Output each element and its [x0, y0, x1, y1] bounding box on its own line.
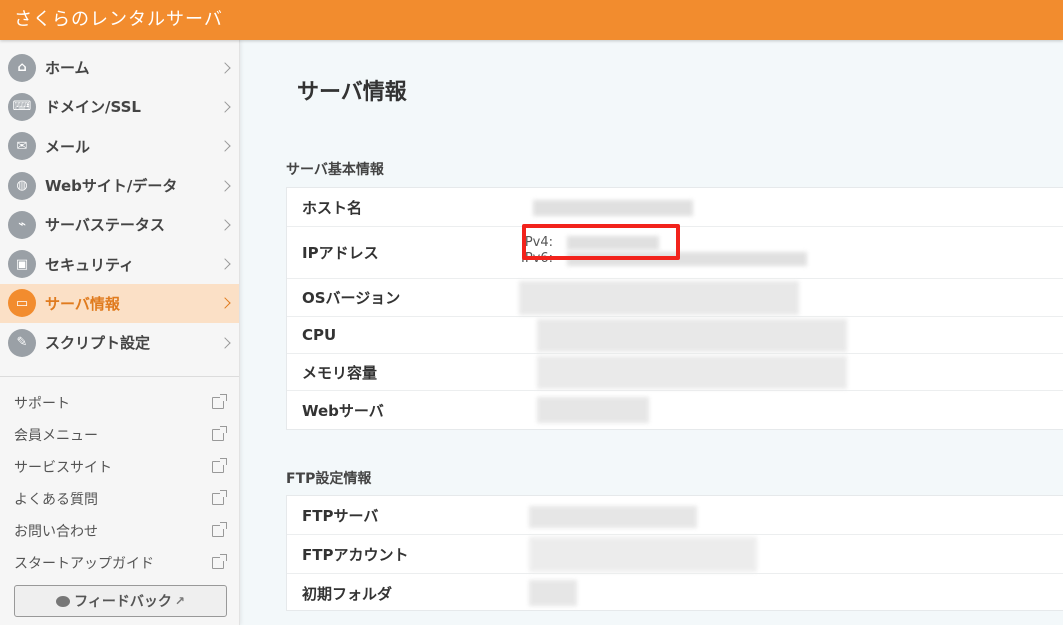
- row-ftp-server: FTPサーバ: [287, 496, 1063, 535]
- redacted-value: [537, 356, 847, 389]
- link-member-menu[interactable]: 会員メニュー: [0, 419, 239, 451]
- sidebar-item-mail[interactable]: ✉ メール: [0, 127, 239, 166]
- link-label: お問い合わせ: [14, 524, 98, 541]
- main-content: サーバ情報 サーバ基本情報 ホスト名 IPアドレス IPv4: IPv6: OS…: [241, 40, 1063, 625]
- sidebar-item-label: ホーム: [45, 59, 90, 78]
- sidebar-item-label: サーバステータス: [45, 216, 165, 235]
- ftp-account-value: [517, 535, 1063, 573]
- redacted-value: [533, 200, 693, 216]
- external-link-icon: [212, 490, 227, 506]
- chevron-right-icon: [219, 337, 231, 349]
- link-label: 会員メニュー: [14, 428, 98, 445]
- sidebar-item-label: スクリプト設定: [45, 334, 151, 353]
- row-cpu: CPU: [287, 317, 1063, 354]
- row-label-ftp-folder: 初期フォルダ: [302, 584, 393, 603]
- external-link-icon: [212, 522, 227, 538]
- script-icon: ✎: [8, 328, 36, 357]
- sidebar-item-server-info[interactable]: ▭ サーバ情報: [0, 283, 239, 324]
- app-title-bar: さくらのレンタルサーバ: [0, 0, 1063, 40]
- row-ftp-folder: 初期フォルダ: [287, 574, 1063, 612]
- external-link-icon: [212, 426, 227, 442]
- sidebar-item-website-data[interactable]: ◍ Webサイト/データ: [0, 166, 239, 205]
- chevron-right-icon: [219, 101, 231, 113]
- lock-icon: ▣: [8, 250, 36, 279]
- redacted-value: [529, 580, 577, 606]
- domain-icon: ⌨: [8, 92, 36, 121]
- row-label-host: ホスト名: [302, 198, 363, 217]
- redacted-value: [519, 281, 799, 315]
- chat-icon: [56, 595, 71, 607]
- redacted-value: [537, 397, 649, 423]
- chevron-right-icon: [219, 219, 231, 231]
- redacted-value: [537, 319, 847, 352]
- redacted-value: [529, 506, 697, 528]
- web-value: [517, 391, 1063, 429]
- mail-icon: ✉: [8, 132, 36, 161]
- row-web: Webサーバ: [287, 391, 1063, 429]
- sidebar-item-label: サーバ情報: [45, 294, 120, 313]
- sidebar-item-label: メール: [45, 137, 91, 156]
- cpu-value: [517, 317, 1063, 353]
- link-service-site[interactable]: サービスサイト: [0, 451, 239, 483]
- row-label-memory: メモリ容量: [302, 363, 378, 382]
- row-memory: メモリ容量: [287, 354, 1063, 391]
- host-value: [517, 188, 1063, 226]
- home-icon: ⌂: [8, 53, 36, 82]
- row-host: ホスト名: [287, 188, 1063, 227]
- ipv4-highlight-box: [522, 224, 680, 260]
- sidebar: ⌂ ホーム ⌨ ドメイン/SSL ✉ メール ◍ Webサイト/データ ⌁ サー…: [0, 40, 240, 625]
- external-link-icon: [212, 554, 227, 570]
- memory-value: [517, 354, 1063, 390]
- link-startup-guide[interactable]: スタートアップガイド: [0, 547, 239, 579]
- sidebar-item-label: ドメイン/SSL: [45, 98, 141, 117]
- section-title-basic: サーバ基本情報: [286, 162, 384, 178]
- feedback-button[interactable]: フィードバック ↗: [14, 585, 227, 617]
- row-ftp-account: FTPアカウント: [287, 535, 1063, 574]
- sidebar-divider: [0, 376, 239, 378]
- globe-icon: ◍: [8, 171, 36, 200]
- sidebar-item-server-status[interactable]: ⌁ サーバステータス: [0, 205, 239, 244]
- app-title: さくらのレンタルサーバ: [14, 9, 223, 30]
- ftp-server-value: [517, 496, 1063, 534]
- server-icon: ▭: [8, 289, 36, 318]
- os-value: [517, 279, 1063, 316]
- sidebar-links: サポート 会員メニュー サービスサイト よくある質問 お問い合わせ スタートアッ…: [0, 387, 239, 579]
- chevron-right-icon: [219, 258, 231, 270]
- chevron-right-icon: [219, 179, 231, 192]
- row-label-web: Webサーバ: [302, 401, 384, 420]
- sidebar-item-security[interactable]: ▣ セキュリティ: [0, 244, 239, 283]
- row-label-ip: IPアドレス: [302, 244, 379, 262]
- sidebar-nav: ⌂ ホーム ⌨ ドメイン/SSL ✉ メール ◍ Webサイト/データ ⌁ サー…: [0, 48, 239, 362]
- row-os: OSバージョン: [287, 279, 1063, 317]
- row-label-os: OSバージョン: [302, 289, 401, 307]
- link-label: サポート: [14, 396, 70, 413]
- link-faq[interactable]: よくある質問: [0, 483, 239, 515]
- section-title-ftp: FTP設定情報: [286, 471, 372, 487]
- row-label-ftp-server: FTPサーバ: [302, 506, 379, 525]
- ftp-folder-value: [517, 574, 1063, 612]
- chevron-right-icon: [219, 140, 231, 152]
- link-label: スタートアップガイド: [14, 556, 154, 573]
- feedback-label: フィードバック: [74, 594, 172, 610]
- row-label-cpu: CPU: [302, 326, 337, 344]
- link-contact[interactable]: お問い合わせ: [0, 515, 239, 547]
- external-link-icon: ↗: [174, 594, 185, 608]
- link-label: サービスサイト: [14, 460, 112, 477]
- redacted-value: [529, 537, 757, 572]
- sidebar-item-domain-ssl[interactable]: ⌨ ドメイン/SSL: [0, 87, 239, 126]
- external-link-icon: [212, 394, 227, 410]
- link-support[interactable]: サポート: [0, 387, 239, 419]
- sidebar-item-label: セキュリティ: [45, 255, 135, 274]
- external-link-icon: [212, 458, 227, 474]
- ftp-info-card: FTPサーバ FTPアカウント 初期フォルダ: [286, 495, 1063, 611]
- link-label: よくある質問: [14, 492, 98, 509]
- sidebar-item-home[interactable]: ⌂ ホーム: [0, 48, 239, 87]
- row-label-ftp-account: FTPアカウント: [302, 545, 409, 564]
- page-title: サーバ情報: [297, 80, 407, 105]
- chevron-right-icon: [219, 61, 231, 74]
- sidebar-item-script-settings[interactable]: ✎ スクリプト設定: [0, 323, 239, 362]
- chevron-right-icon: [219, 297, 231, 310]
- sidebar-item-label: Webサイト/データ: [45, 177, 178, 196]
- chart-icon: ⌁: [8, 210, 36, 239]
